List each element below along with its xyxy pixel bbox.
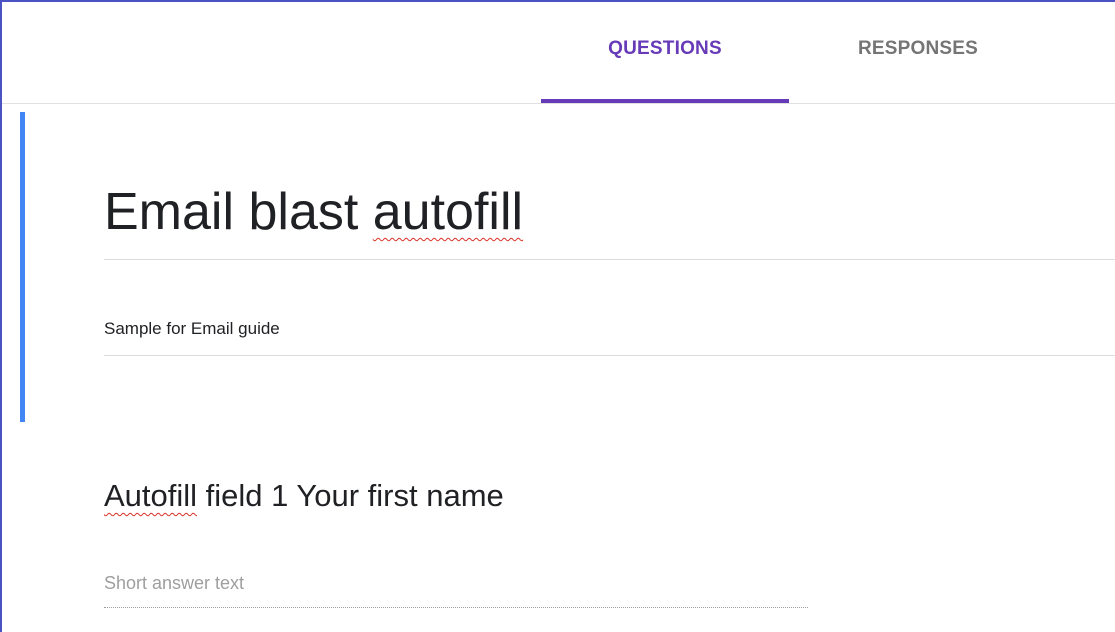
- question-title-field[interactable]: Autofill field 1 Your first name: [104, 478, 504, 514]
- form-title-field[interactable]: Email blast autofill: [104, 180, 523, 244]
- tab-responses[interactable]: RESPONSES: [812, 2, 1024, 103]
- question-title-misspelled-word: Autofill: [104, 478, 198, 513]
- tab-questions-label: QUESTIONS: [608, 37, 722, 59]
- tab-responses-label: RESPONSES: [857, 37, 979, 59]
- form-description-field[interactable]: Sample for Email guide: [104, 319, 280, 339]
- question-title-text: field 1 Your first name: [197, 478, 504, 513]
- short-answer-placeholder: Short answer text: [104, 573, 245, 593]
- tab-questions[interactable]: QUESTIONS: [541, 2, 789, 103]
- short-answer-line: [104, 607, 808, 608]
- active-tab-indicator: [541, 99, 789, 103]
- active-section-indicator: [20, 112, 25, 422]
- form-header-tabs: QUESTIONS RESPONSES: [2, 2, 1115, 104]
- form-title-misspelled-word: autofill: [372, 183, 524, 241]
- form-title-underline: [104, 259, 1115, 260]
- form-title-text: Email blast: [104, 183, 373, 241]
- form-description-underline: [104, 355, 1115, 356]
